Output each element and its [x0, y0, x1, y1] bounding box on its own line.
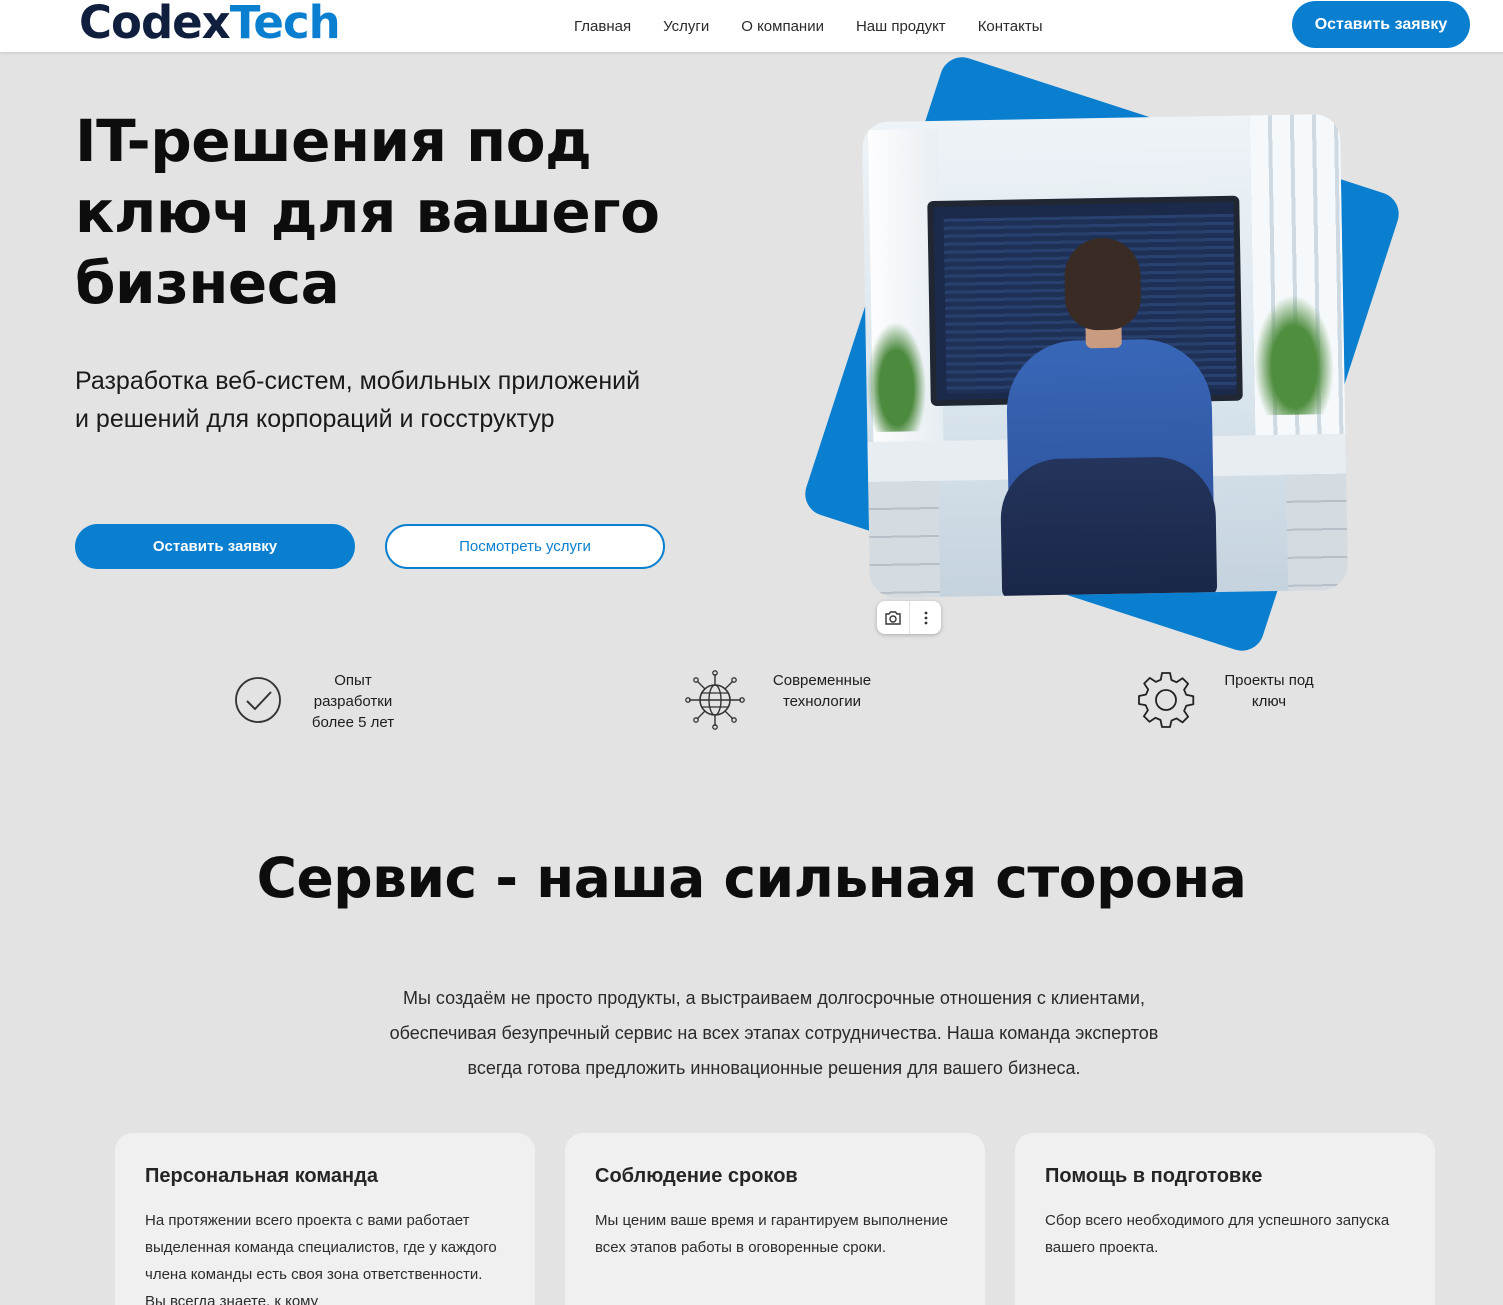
card-text: На протяжении всего проекта с вами работ… — [145, 1212, 497, 1305]
service-section-text: Мы создаём не просто продукты, а выстраи… — [389, 988, 1159, 1078]
card-preparation-help: Помощь в подготовке Сбор всего необходим… — [1015, 1133, 1435, 1305]
feature-technologies: Современные технологии — [683, 668, 877, 732]
camera-icon[interactable] — [877, 601, 909, 634]
globe-circuit-icon — [683, 668, 747, 732]
card-text: Мы ценим ваше время и гарантируем выполн… — [595, 1212, 949, 1256]
feature-experience: Опыт разработки более 5 лет — [226, 668, 398, 733]
hero-subtitle: Разработка веб-систем, мобильных приложе… — [75, 367, 641, 433]
image-toolbar — [877, 601, 941, 634]
logo[interactable]: CodexTech — [79, 0, 341, 49]
logo-part-codex: Codex — [79, 0, 231, 49]
view-services-button[interactable]: Посмотреть услуги — [385, 524, 665, 569]
logo-part-tech: Tech — [229, 0, 341, 49]
nav-services[interactable]: Услуги — [663, 18, 709, 35]
nav-home[interactable]: Главная — [574, 18, 631, 35]
card-deadlines: Соблюдение сроков Мы ценим ваше время и … — [565, 1133, 985, 1305]
header-request-button[interactable]: Оставить заявку — [1292, 1, 1470, 48]
feature-technologies-text: Современные технологии — [772, 672, 872, 710]
main-nav: Главная Услуги О компании Наш продукт Ко… — [558, 0, 1058, 52]
hero-request-button[interactable]: Оставить заявку — [75, 524, 355, 569]
card-text: Сбор всего необходимого для успешного за… — [1045, 1212, 1390, 1256]
nav-product[interactable]: Наш продукт — [856, 18, 946, 35]
nav-contacts[interactable]: Контакты — [978, 18, 1043, 35]
card-title: Соблюдение сроков — [595, 1165, 798, 1187]
card-personal-team: Персональная команда На протяжении всего… — [115, 1133, 535, 1305]
feature-turnkey-text: Проекты под ключ — [1224, 672, 1314, 710]
check-circle-icon — [226, 668, 290, 732]
nav-about[interactable]: О компании — [741, 18, 824, 35]
card-title: Персональная команда — [145, 1165, 378, 1187]
more-vertical-icon[interactable] — [909, 601, 941, 634]
card-title: Помощь в подготовке — [1045, 1165, 1263, 1187]
feature-experience-text: Опыт разработки более 5 лет — [311, 672, 395, 731]
site-header: CodexTech Главная Услуги О компании Наш … — [0, 0, 1503, 52]
gear-icon — [1134, 668, 1198, 732]
service-section-title: Сервис - наша сильная сторона — [256, 846, 1247, 910]
hero-title: IT-решения под ключ для вашего бизнеса — [75, 107, 660, 317]
hero-photo — [861, 113, 1349, 599]
feature-turnkey: Проекты под ключ — [1134, 668, 1324, 732]
